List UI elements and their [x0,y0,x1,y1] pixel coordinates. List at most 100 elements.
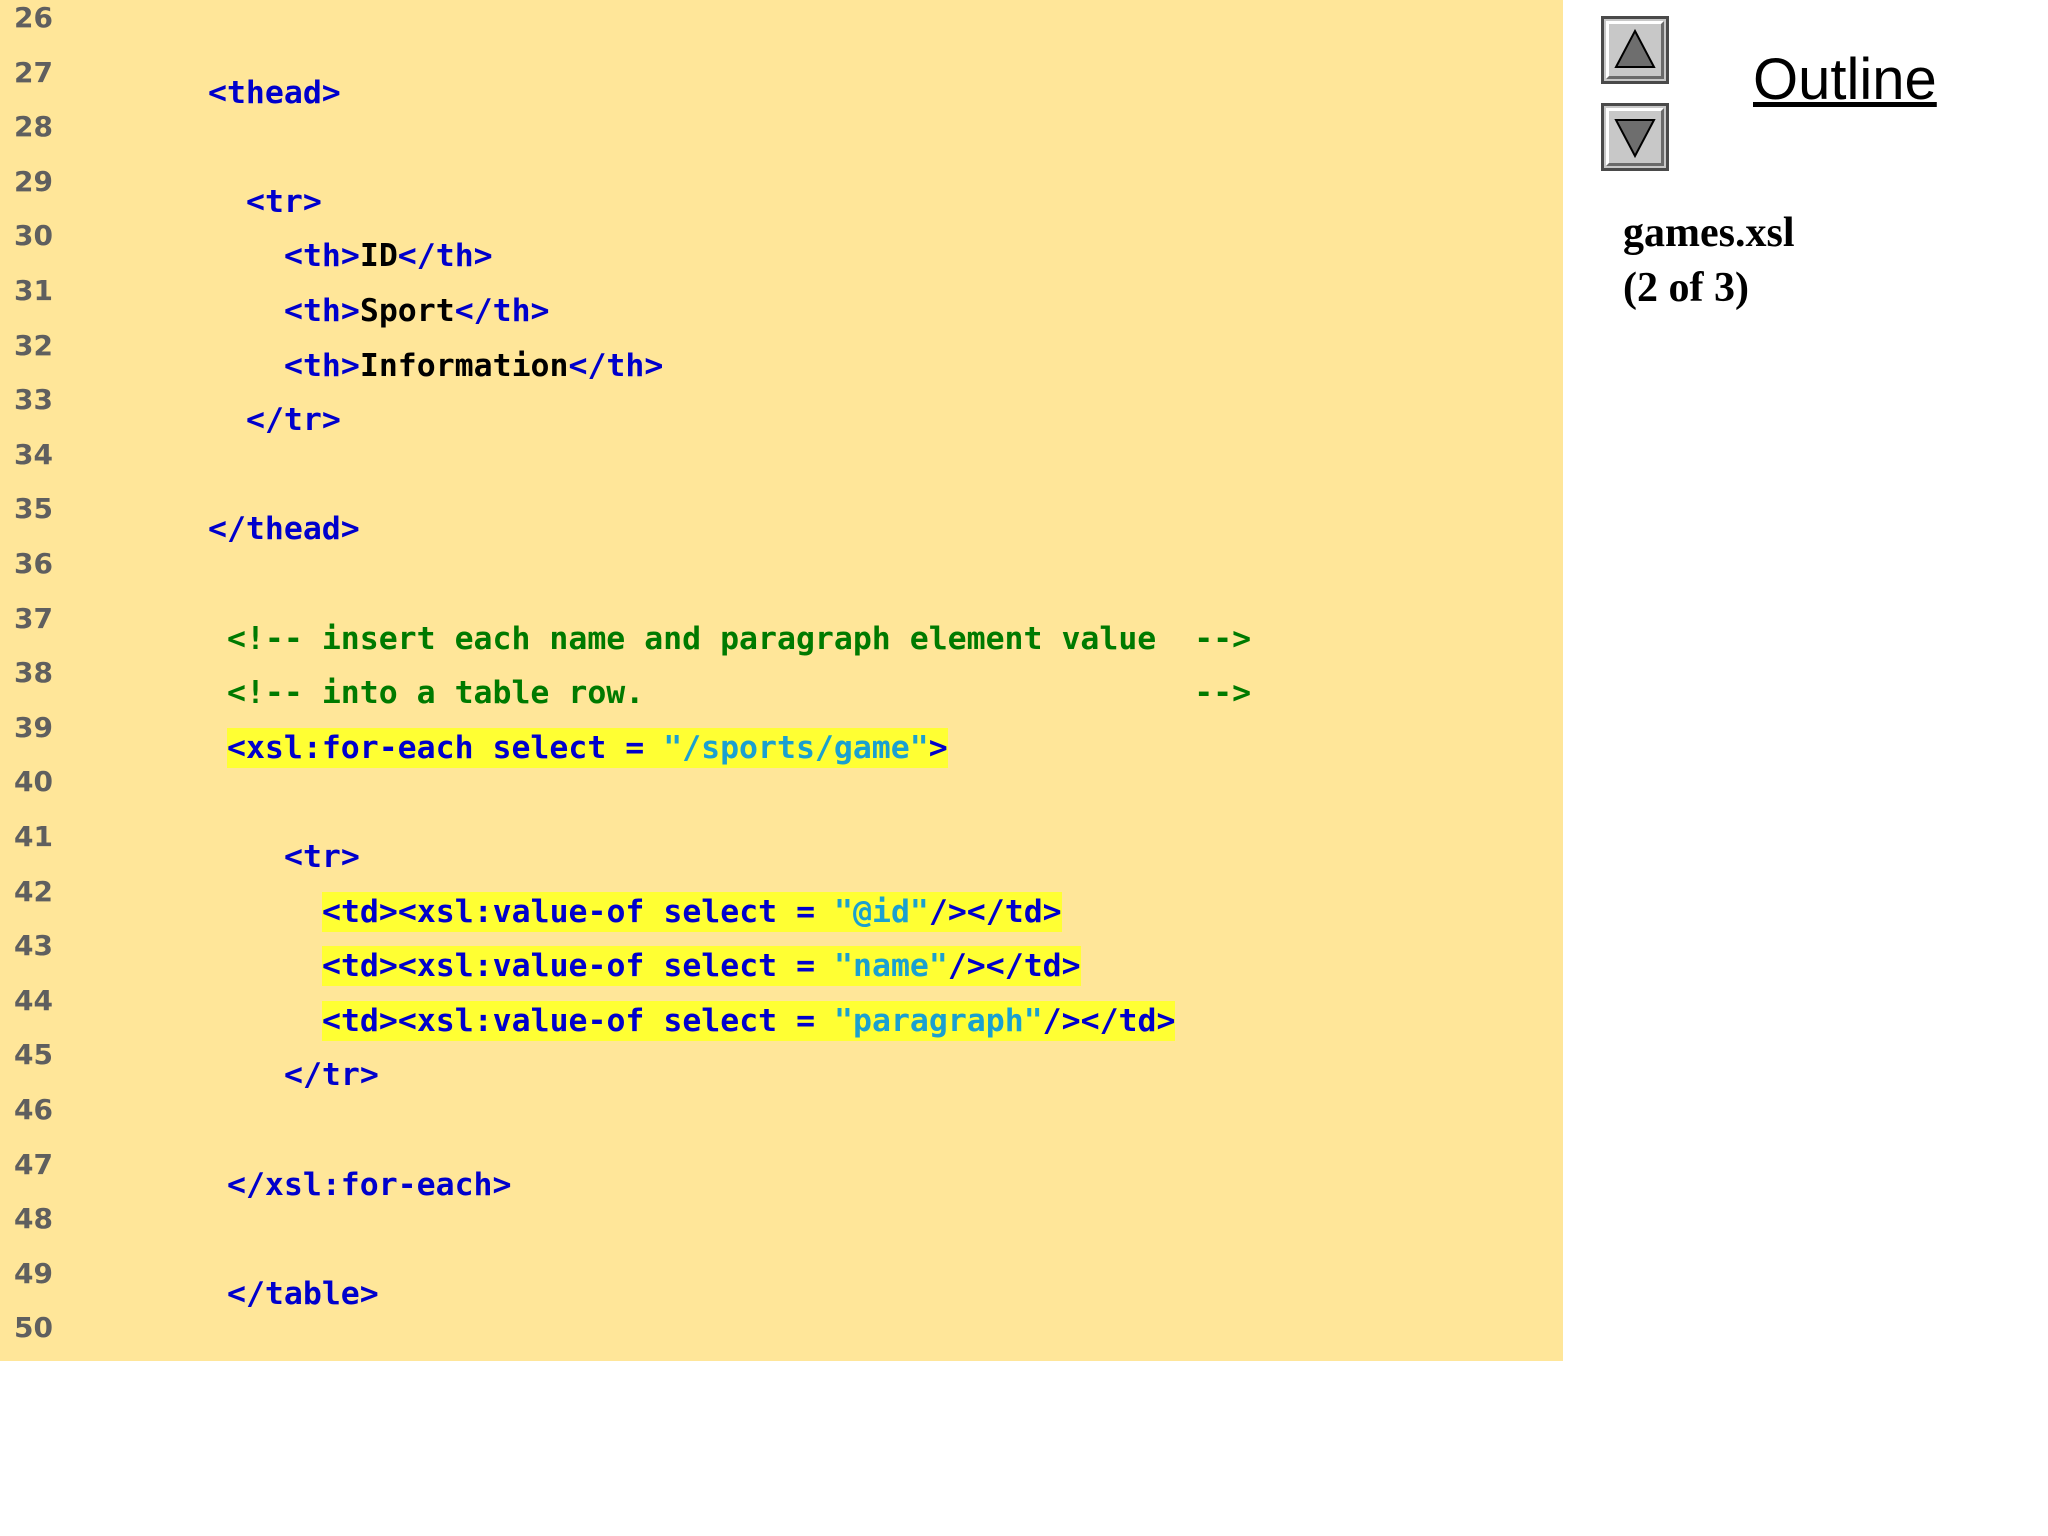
code-line: 26 [0,0,1563,54]
code-text: <th>Sport</th> [284,291,550,331]
markup-tag: </thead> [208,511,360,548]
markup-tag: <xsl:for-each select = [227,729,664,766]
code-text: <!-- insert each name and paragraph elem… [227,619,1251,659]
markup-tag: <th> [284,293,360,329]
triangle-up-icon [1614,28,1656,68]
highlighted-code: <xsl:for-each select = "/sports/game"> [227,727,948,768]
markup-tag: /></td> [928,893,1062,930]
line-number: 40 [14,765,53,799]
code-line: 41 <tr> [0,819,1563,875]
code-line: 44 <td><xsl:value-of select = "paragraph"… [0,983,1563,1041]
code-line: 37 <!-- insert each name and paragraph el… [0,601,1563,657]
line-number: 46 [14,1093,53,1126]
line-number: 27 [14,55,53,89]
code-text: </table> [227,1274,379,1314]
code-text: </tr> [246,400,341,440]
code-line: 45 </tr> [0,1037,1563,1093]
code-line: 29 <tr> [0,164,1563,220]
code-line: 31 <th>Sport</th> [0,273,1563,329]
code-line: 40 [0,764,1563,818]
markup-tag: </tr> [246,402,341,439]
element-text: Sport [359,293,455,329]
code-line: 46 [0,1092,1563,1146]
markup-tag: </tr> [284,1057,379,1094]
code-line: 27 <thead> [0,55,1563,111]
line-number: 48 [14,1202,53,1236]
markup-tag: > [928,729,948,766]
line-number: 43 [14,929,53,963]
code-text: </xsl:for-each> [227,1165,511,1205]
code-text: <thead> [208,73,341,113]
code-line: 38 <!-- into a table row. --> [0,655,1563,711]
outline-sidebar: Outline games.xsl (2 of 3) [1563,0,2048,1536]
line-number: 50 [14,1311,53,1345]
markup-tag: <thead> [208,74,341,111]
code-text: </tr> [284,1055,379,1095]
code-line: 43 <td><xsl:value-of select = "name"/></t… [0,928,1563,987]
comment-text: <!-- insert each name and paragraph elem… [227,620,1252,657]
code-line: 50 [0,1310,1563,1364]
line-number: 39 [14,710,53,744]
line-number: 35 [14,492,53,526]
line-number: 37 [14,601,53,635]
markup-tag: <th> [284,347,360,384]
triangle-down-icon [1614,119,1656,159]
line-number: 38 [14,656,53,690]
line-number: 45 [14,1038,53,1072]
code-line: 30 <th>ID</th> [0,218,1563,274]
line-number: 33 [14,383,53,417]
code-line: 34 [0,437,1563,491]
line-number: 49 [14,1256,53,1290]
code-line: 42 <td><xsl:value-of select = "@id"/></td… [0,874,1563,932]
code-text: <tr> [246,182,322,222]
code-line: 47 </xsl:for-each> [0,1147,1563,1203]
previous-slide-button[interactable] [1601,16,1669,84]
file-name: games.xsl [1623,210,1795,256]
line-number: 41 [14,820,53,853]
code-text: </thead> [208,509,360,549]
line-number: 44 [14,983,53,1017]
attribute-string: "/sports/game" [663,729,929,766]
line-number: 29 [14,164,53,198]
code-line: 32 <th>Information</th> [0,328,1563,384]
markup-tag: </th> [397,238,493,275]
code-text: <th>ID</th> [284,236,493,276]
markup-tag: </xsl:for-each> [227,1166,512,1203]
markup-tag: <tr> [284,839,360,875]
highlighted-code: <td><xsl:value-of select = "name"/></td> [322,946,1081,987]
line-number: 28 [14,110,53,144]
highlighted-code: <td><xsl:value-of select = "@id"/></td> [322,891,1062,932]
line-number: 42 [14,874,53,908]
markup-tag: </th> [454,293,550,329]
outline-link[interactable]: Outline [1753,46,1937,113]
markup-tag: /></td> [1042,1002,1176,1039]
line-number: 47 [14,1147,53,1181]
line-number: 30 [14,219,53,253]
line-number: 31 [14,274,53,307]
code-text: <tr> [284,837,360,877]
line-number: 32 [14,328,53,362]
code-line: 33 </tr> [0,382,1563,438]
next-slide-button[interactable] [1601,103,1669,171]
code-line: 28 [0,109,1563,163]
element-text: Information [359,347,569,384]
highlighted-code: <td><xsl:value-of select = "paragraph"/>… [322,1000,1176,1041]
markup-tag: <tr> [246,183,322,220]
comment-text: <!-- into a table row. --> [227,675,1252,712]
markup-tag: </table> [227,1275,379,1312]
file-caption: games.xsl (2 of 3) [1623,206,1795,316]
markup-tag: <td><xsl:value-of select = [322,1002,835,1039]
code-line: 36 [0,546,1563,600]
code-text: <!-- into a table row. --> [227,673,1251,713]
code-line: 35 </thead> [0,491,1563,547]
attribute-string: "@id" [834,893,929,930]
line-number: 34 [14,437,53,471]
markup-tag: /></td> [947,948,1081,985]
code-text: <th>Information</th> [284,346,663,386]
code-panel: 26 27 <thead> 28 29 <tr> 30 <th>ID</th> 31 <th>Sp… [0,0,1563,1361]
element-text: ID [359,238,398,275]
markup-tag: <th> [284,238,360,275]
code-line: 49 </table> [0,1256,1563,1312]
code-line: 48 [0,1201,1563,1255]
page-indicator: (2 of 3) [1623,265,1749,311]
